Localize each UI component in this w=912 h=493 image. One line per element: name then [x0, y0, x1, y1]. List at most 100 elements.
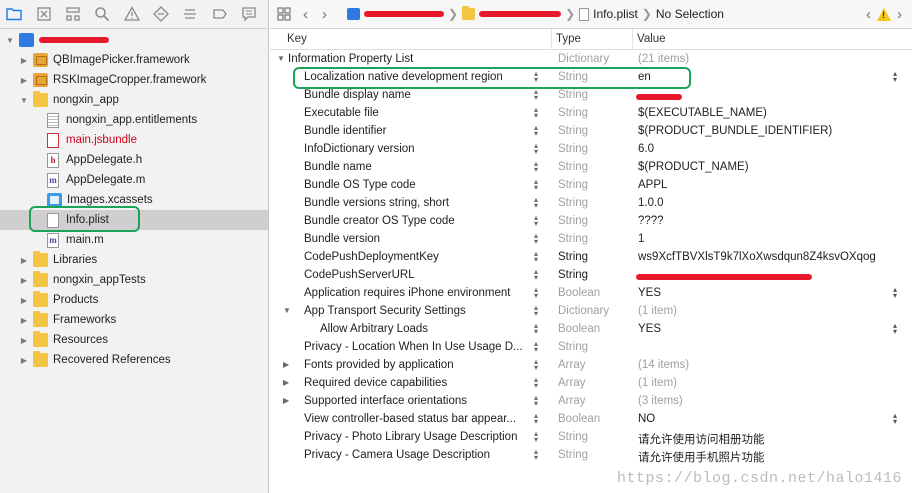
column-header-value[interactable]: Value	[637, 33, 666, 45]
breakpoint-icon[interactable]	[209, 3, 230, 25]
navigator-item[interactable]: ▶ Products	[0, 290, 268, 310]
plist-value[interactable]: (1 item)	[638, 377, 677, 389]
plist-type[interactable]: Boolean	[558, 413, 600, 425]
plist-type[interactable]: String	[558, 341, 588, 353]
plist-key[interactable]: Supported interface orientations	[304, 395, 467, 407]
key-stepper-icon[interactable]: ▴ ▾	[531, 322, 541, 337]
plist-key[interactable]: Bundle version	[304, 233, 380, 245]
plist-row[interactable]: Bundle creator OS Type code ▴ ▾ String????	[270, 213, 912, 231]
plist-type[interactable]: Dictionary	[558, 53, 609, 65]
plist-type[interactable]: String	[558, 125, 588, 137]
navigator-item[interactable]: ▶ QBImagePicker.framework	[0, 50, 268, 70]
plist-key[interactable]: CodePushServerURL	[304, 269, 415, 281]
issue-icon[interactable]	[121, 3, 142, 25]
plist-value[interactable]: 请允许使用访问相册功能	[638, 431, 765, 447]
key-stepper-icon[interactable]: ▴ ▾	[531, 340, 541, 355]
plist-value[interactable]: $(PRODUCT_NAME)	[638, 161, 749, 173]
disclosure-open-icon[interactable]: ▼	[283, 306, 291, 315]
disclosure-closed-icon[interactable]: ▶	[19, 295, 29, 305]
navigator-item[interactable]: nongxin_app.entitlements	[0, 110, 268, 130]
plist-type[interactable]: String	[558, 269, 588, 281]
plist-value[interactable]: YES	[638, 323, 661, 335]
key-stepper-icon[interactable]: ▴ ▾	[531, 268, 541, 283]
plist-row[interactable]: InfoDictionary version ▴ ▾ String 6.0	[270, 141, 912, 159]
key-stepper-icon[interactable]: ▴ ▾	[531, 196, 541, 211]
hierarchy-icon[interactable]	[63, 3, 84, 25]
related-items-icon[interactable]	[277, 7, 291, 21]
plist-value[interactable]: $(EXECUTABLE_NAME)	[638, 107, 767, 119]
folder-icon[interactable]	[4, 3, 25, 25]
plist-value[interactable]: (3 items)	[638, 395, 683, 407]
key-stepper-icon[interactable]: ▴ ▾	[531, 394, 541, 409]
plist-key[interactable]: Information Property List	[288, 53, 413, 65]
plist-value[interactable]: (21 items)	[638, 53, 689, 65]
breadcrumb-selection[interactable]: No Selection	[656, 7, 724, 21]
plist-type[interactable]: Dictionary	[558, 305, 609, 317]
navigator-item[interactable]: main.jsbundle	[0, 130, 268, 150]
value-popup-icon[interactable]: ▴ ▾	[890, 70, 900, 85]
plist-type[interactable]: Array	[558, 359, 585, 371]
plist-value[interactable]: (14 items)	[638, 359, 689, 371]
report-icon[interactable]	[239, 3, 260, 25]
disclosure-open-icon[interactable]: ▼	[5, 35, 15, 45]
plist-type[interactable]: String	[558, 431, 588, 443]
plist-key[interactable]: View controller-based status bar appear.…	[304, 413, 516, 425]
key-stepper-icon[interactable]: ▴ ▾	[531, 448, 541, 463]
value-popup-icon[interactable]: ▴ ▾	[890, 322, 900, 337]
plist-value[interactable]: 1	[638, 233, 644, 245]
disclosure-closed-icon[interactable]: ▶	[19, 275, 29, 285]
plist-row[interactable]: Executable file ▴ ▾ String $(EXECUTABLE_NAME…	[270, 105, 912, 123]
plist-key[interactable]: Bundle OS Type code	[304, 179, 416, 191]
plist-key[interactable]: Application requires iPhone environment	[304, 287, 510, 299]
breadcrumb-file[interactable]: Info.plist	[593, 7, 638, 21]
plist-type[interactable]: String	[558, 449, 588, 461]
navigator-item[interactable]: ▼	[0, 30, 268, 50]
plist-value[interactable]: YES	[638, 287, 661, 299]
plist-type[interactable]: String	[558, 107, 588, 119]
previous-issue-icon[interactable]: ‹	[866, 6, 871, 23]
plist-row[interactable]: CodePushServerURL ▴ ▾ String	[270, 267, 912, 285]
plist-type[interactable]: Boolean	[558, 287, 600, 299]
navigator-item[interactable]: ▶ RSKImageCropper.framework	[0, 70, 268, 90]
key-stepper-icon[interactable]: ▴ ▾	[531, 376, 541, 391]
column-header-type[interactable]: Type	[556, 33, 581, 45]
disclosure-closed-icon[interactable]: ▶	[19, 355, 29, 365]
plist-row[interactable]: CodePushDeploymentKey ▴ ▾ String ws9XcfTBVXl…	[270, 249, 912, 267]
key-stepper-icon[interactable]: ▴ ▾	[531, 358, 541, 373]
plist-row[interactable]: View controller-based status bar appear.…	[270, 411, 912, 429]
plist-value[interactable]: APPL	[638, 179, 667, 191]
plist-row[interactable]: Bundle OS Type code ▴ ▾ String APPL	[270, 177, 912, 195]
plist-key[interactable]: App Transport Security Settings	[304, 305, 466, 317]
plist-row[interactable]: Bundle versions string, short ▴ ▾ String 1.0…	[270, 195, 912, 213]
plist-row[interactable]: Privacy - Camera Usage Description ▴ ▾ Stri…	[270, 447, 912, 465]
plist-key[interactable]: Bundle versions string, short	[304, 197, 449, 209]
plist-key[interactable]: Privacy - Location When In Use Usage D..…	[304, 341, 523, 353]
value-popup-icon[interactable]: ▴ ▾	[890, 286, 900, 301]
disclosure-closed-icon[interactable]: ▶	[19, 315, 29, 325]
disclosure-open-icon[interactable]: ▼	[19, 95, 29, 105]
plist-value[interactable]: ws9XcfTBVXlsT9k7lXoXwsdqun8Z4ksvOXqog	[638, 251, 876, 263]
disclosure-closed-icon[interactable]: ▶	[19, 335, 29, 345]
disclosure-closed-icon[interactable]: ▶	[283, 360, 289, 369]
plist-type[interactable]: String	[558, 89, 588, 101]
key-stepper-icon[interactable]: ▴ ▾	[531, 124, 541, 139]
plist-value[interactable]: (1 item)	[638, 305, 677, 317]
plist-key[interactable]: InfoDictionary version	[304, 143, 415, 155]
plist-row[interactable]: Allow Arbitrary Loads ▴ ▾ Boolean YES ▴ ▾	[270, 321, 912, 339]
plist-row[interactable]: ▶ Fonts provided by application ▴ ▾ Array (14…	[270, 357, 912, 375]
navigator-item[interactable]: ▶ Resources	[0, 330, 268, 350]
navigator-item[interactable]: ▶ Recovered References	[0, 350, 268, 370]
plist-key[interactable]: Bundle identifier	[304, 125, 386, 137]
plist-row[interactable]: ▶ Supported interface orientations ▴ ▾ Array…	[270, 393, 912, 411]
disclosure-closed-icon[interactable]: ▶	[19, 75, 29, 85]
next-issue-icon[interactable]: ›	[897, 6, 902, 23]
plist-key[interactable]: Bundle name	[304, 161, 372, 173]
column-divider[interactable]	[551, 29, 552, 50]
plist-type[interactable]: String	[558, 179, 588, 191]
plist-type[interactable]: Array	[558, 395, 585, 407]
forward-arrow-icon[interactable]: ›	[322, 6, 327, 23]
plist-type[interactable]: Boolean	[558, 323, 600, 335]
key-stepper-icon[interactable]: ▴ ▾	[531, 142, 541, 157]
key-stepper-icon[interactable]: ▴ ▾	[531, 250, 541, 265]
plist-key[interactable]: Privacy - Camera Usage Description	[304, 449, 490, 461]
